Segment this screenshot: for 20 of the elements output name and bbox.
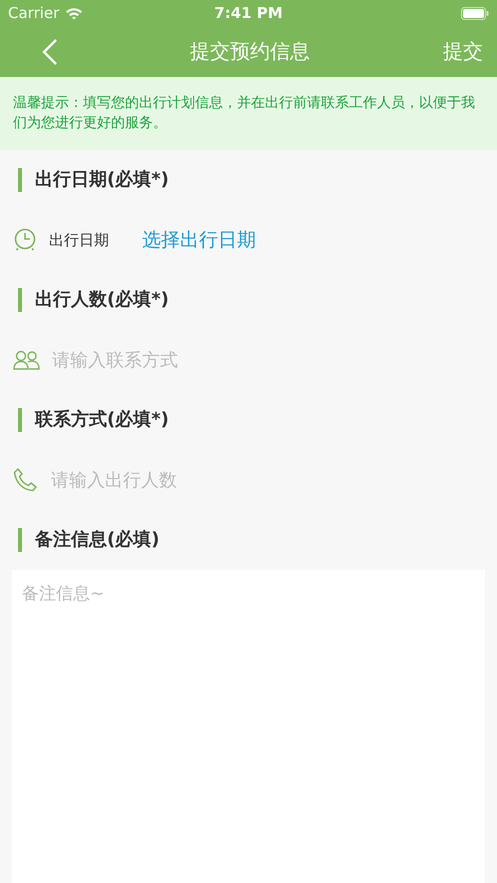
status-time: 7:41 PM xyxy=(213,4,284,22)
back-icon[interactable] xyxy=(42,38,58,66)
section-heading: 备注信息(必填) xyxy=(18,528,160,552)
phone-icon xyxy=(13,467,39,493)
field-label: 出行日期 xyxy=(49,230,109,250)
people-icon xyxy=(13,350,40,370)
carrier-name: Carrier xyxy=(8,4,60,22)
wifi-icon xyxy=(65,6,84,20)
date-picker-link[interactable]: 选择出行日期 xyxy=(142,227,256,253)
page-title: 提交预约信息 xyxy=(189,38,311,65)
clock-icon xyxy=(13,228,37,252)
input-field[interactable]: 请输入联系方式 xyxy=(52,350,352,370)
section-heading: 出行人数(必填*) xyxy=(18,288,169,312)
battery-icon xyxy=(461,6,489,20)
notes-field[interactable]: 备注信息~ xyxy=(12,570,485,883)
section-heading: 联系方式(必填*) xyxy=(18,408,169,432)
section-heading: 出行日期(必填*) xyxy=(18,168,169,192)
input-field[interactable]: 请输入出行人数 xyxy=(51,470,351,490)
notice-text: 温馨提示：填写您的出行计划信息，并在出行前请联系工作人员，以便于我们为您进行更好的服务。 xyxy=(0,77,497,150)
submit-button[interactable]: 提交 xyxy=(443,38,483,65)
